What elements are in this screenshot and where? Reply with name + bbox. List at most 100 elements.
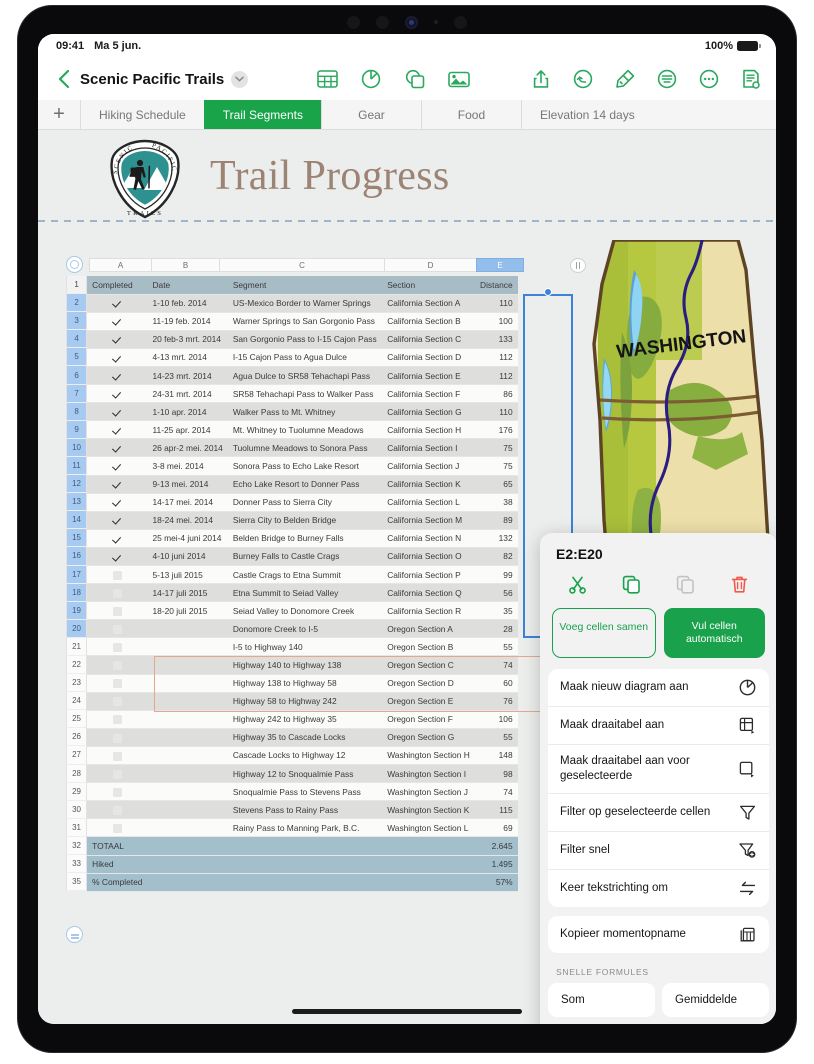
table-row[interactable]: Rainy Pass to Manning Park, B.C. Washingt… (87, 818, 518, 838)
completed-checkbox[interactable] (87, 565, 148, 585)
completed-checkbox[interactable] (87, 674, 148, 693)
cell-section[interactable]: California Section Q (382, 583, 475, 603)
completed-checkbox[interactable] (87, 438, 148, 458)
cell-segment[interactable]: Snoqualmie Pass to Stevens Pass (227, 782, 383, 802)
cell-section[interactable]: California Section E (382, 366, 475, 386)
cell-date[interactable]: 18-20 juli 2015 (147, 601, 228, 621)
cell-section[interactable]: Oregon Section F (382, 710, 475, 729)
cell-distance[interactable]: 55 (474, 637, 518, 657)
cell-section[interactable]: California Section F (382, 384, 475, 404)
cell-date[interactable]: 4-10 juni 2014 (147, 547, 228, 567)
merge-cells-button[interactable]: Voeg cellen samen (552, 608, 656, 659)
cell-distance[interactable]: 86 (474, 384, 518, 404)
table-row[interactable]: 18-24 mei. 2014 Sierra City to Belden Bri… (87, 511, 518, 530)
cell-date[interactable]: 1-10 apr. 2014 (147, 402, 228, 422)
cell-section[interactable]: California Section D (382, 348, 475, 367)
cell-section[interactable]: Washington Section K (382, 800, 475, 820)
table-row[interactable]: 5-13 juli 2015 Castle Crags to Etna Summi… (87, 565, 518, 585)
cell-section[interactable]: Oregon Section C (382, 655, 475, 675)
row-header[interactable]: 23 (66, 674, 88, 693)
row-header[interactable]: 27 (66, 746, 88, 765)
cell-segment[interactable]: Etna Summit to Seiad Valley (227, 583, 383, 603)
cell-section[interactable]: California Section J (382, 456, 475, 476)
cell-segment[interactable]: Stevens Pass to Rainy Pass (227, 800, 383, 820)
cell-segment[interactable]: Seiad Valley to Donomore Creek (227, 601, 383, 621)
cell-segment[interactable]: Donner Pass to Sierra City (227, 493, 383, 512)
document-icon[interactable] (740, 68, 762, 90)
completed-checkbox[interactable] (87, 529, 148, 548)
cell-section[interactable]: California Section C (382, 330, 475, 349)
row-header[interactable]: 22 (66, 655, 88, 675)
cell-date[interactable]: 14-17 juli 2015 (147, 583, 228, 603)
table-row[interactable]: 1-10 feb. 2014 US-Mexico Border to Warner… (87, 294, 518, 313)
table-row[interactable]: 9-13 mei. 2014 Echo Lake Resort to Donner… (87, 475, 518, 494)
sheet-tab-food[interactable]: Food (420, 100, 521, 129)
row-header[interactable]: 4 (66, 330, 88, 349)
completed-checkbox[interactable] (87, 420, 148, 440)
row-add-handle[interactable] (66, 926, 83, 943)
cell-context-menu[interactable]: E2:E20 Voeg cellen samen Vul cellen auto… (540, 533, 776, 1024)
table-row[interactable]: Highway 35 to Cascade Locks Oregon Sectio… (87, 728, 518, 747)
cell-date[interactable]: 1-10 feb. 2014 (147, 294, 228, 313)
cell-date[interactable] (147, 728, 228, 747)
row-header[interactable]: 16 (66, 547, 88, 566)
cell-segment[interactable]: Highway 58 to Highway 242 (227, 692, 383, 711)
cell-section[interactable]: Oregon Section G (382, 728, 475, 747)
cell-date[interactable]: 20 feb-3 mrt. 2014 (147, 330, 228, 349)
column-header-a[interactable]: A (89, 258, 151, 272)
cell-section[interactable]: California Section M (382, 511, 475, 530)
cell-distance[interactable]: 148 (474, 746, 518, 766)
cell-date[interactable] (147, 764, 228, 784)
cell-segment[interactable]: Walker Pass to Mt. Whitney (227, 402, 383, 422)
row-header[interactable]: 10 (66, 438, 88, 457)
cell-distance[interactable]: 89 (474, 511, 518, 530)
cell-distance[interactable]: 65 (474, 475, 518, 494)
completed-checkbox[interactable] (87, 330, 148, 349)
completed-checkbox[interactable] (87, 294, 148, 313)
row-header[interactable]: 13 (66, 493, 88, 512)
cell-segment[interactable]: I-5 to Highway 140 (227, 637, 383, 657)
cell-date[interactable] (147, 710, 228, 729)
cell-date[interactable]: 11-25 apr. 2014 (147, 420, 228, 440)
cell-segment[interactable]: Tuolumne Meadows to Sonora Pass (227, 438, 383, 458)
column-header-c[interactable]: C (219, 258, 384, 272)
cell-distance[interactable]: 115 (474, 800, 518, 820)
row-header[interactable]: 8 (66, 402, 88, 421)
cell-date[interactable] (147, 637, 228, 657)
cell-date[interactable] (147, 619, 228, 639)
cell-section[interactable]: California Section P (382, 565, 475, 585)
menu-item-pivot-table[interactable]: Maak draaitabel aan (548, 707, 769, 746)
row-header[interactable]: 33 (66, 855, 88, 874)
row-header[interactable]: 35 (66, 873, 88, 892)
cell-section[interactable]: California Section O (382, 547, 475, 567)
cell-segment[interactable]: Highway 35 to Cascade Locks (227, 728, 383, 747)
autofill-cells-button[interactable]: Vul cellen automatisch (663, 608, 765, 659)
cell-date[interactable]: 24-31 mrt. 2014 (147, 384, 228, 404)
row-header[interactable]: 19 (66, 601, 88, 620)
cell-section[interactable]: California Section A (382, 294, 475, 313)
sheet-tab-elevation[interactable]: Elevation 14 days (520, 100, 653, 129)
cell-section[interactable]: California Section B (382, 312, 475, 331)
completed-checkbox[interactable] (87, 764, 148, 784)
cell-section[interactable]: California Section N (382, 529, 475, 548)
completed-checkbox[interactable] (87, 384, 148, 404)
cell-date[interactable]: 25 mei-4 juni 2014 (147, 529, 228, 548)
row-header[interactable]: 2 (66, 294, 88, 313)
table-row[interactable]: 24-31 mrt. 2014 SR58 Tehachapi Pass to Wa… (87, 384, 518, 404)
cell-segment[interactable]: SR58 Tehachapi Pass to Walker Pass (227, 384, 383, 404)
paragraph-icon[interactable] (656, 68, 678, 90)
cell-distance[interactable]: 98 (474, 764, 518, 784)
cell-section[interactable]: Washington Section J (382, 782, 475, 802)
row-header[interactable]: 15 (66, 529, 88, 548)
cell-segment[interactable]: Sierra City to Belden Bridge (227, 511, 383, 530)
cell-date[interactable]: 3-8 mei. 2014 (147, 456, 228, 476)
table-row[interactable]: 20 feb-3 mrt. 2014 San Gorgonio Pass to I… (87, 330, 518, 349)
total-row[interactable]: TOTAAL 2.645 (87, 836, 518, 856)
cell-distance[interactable]: 110 (474, 294, 518, 313)
table-row[interactable]: 11-25 apr. 2014 Mt. Whitney to Tuolumne M… (87, 420, 518, 440)
cell-distance[interactable]: 133 (474, 330, 518, 349)
cell-date[interactable]: 5-13 juli 2015 (147, 565, 228, 585)
table-row[interactable]: 14-23 mrt. 2014 Agua Dulce to SR58 Tehach… (87, 366, 518, 386)
selection-handle-top[interactable] (544, 288, 552, 296)
sheet-tab-gear[interactable]: Gear (320, 100, 421, 129)
